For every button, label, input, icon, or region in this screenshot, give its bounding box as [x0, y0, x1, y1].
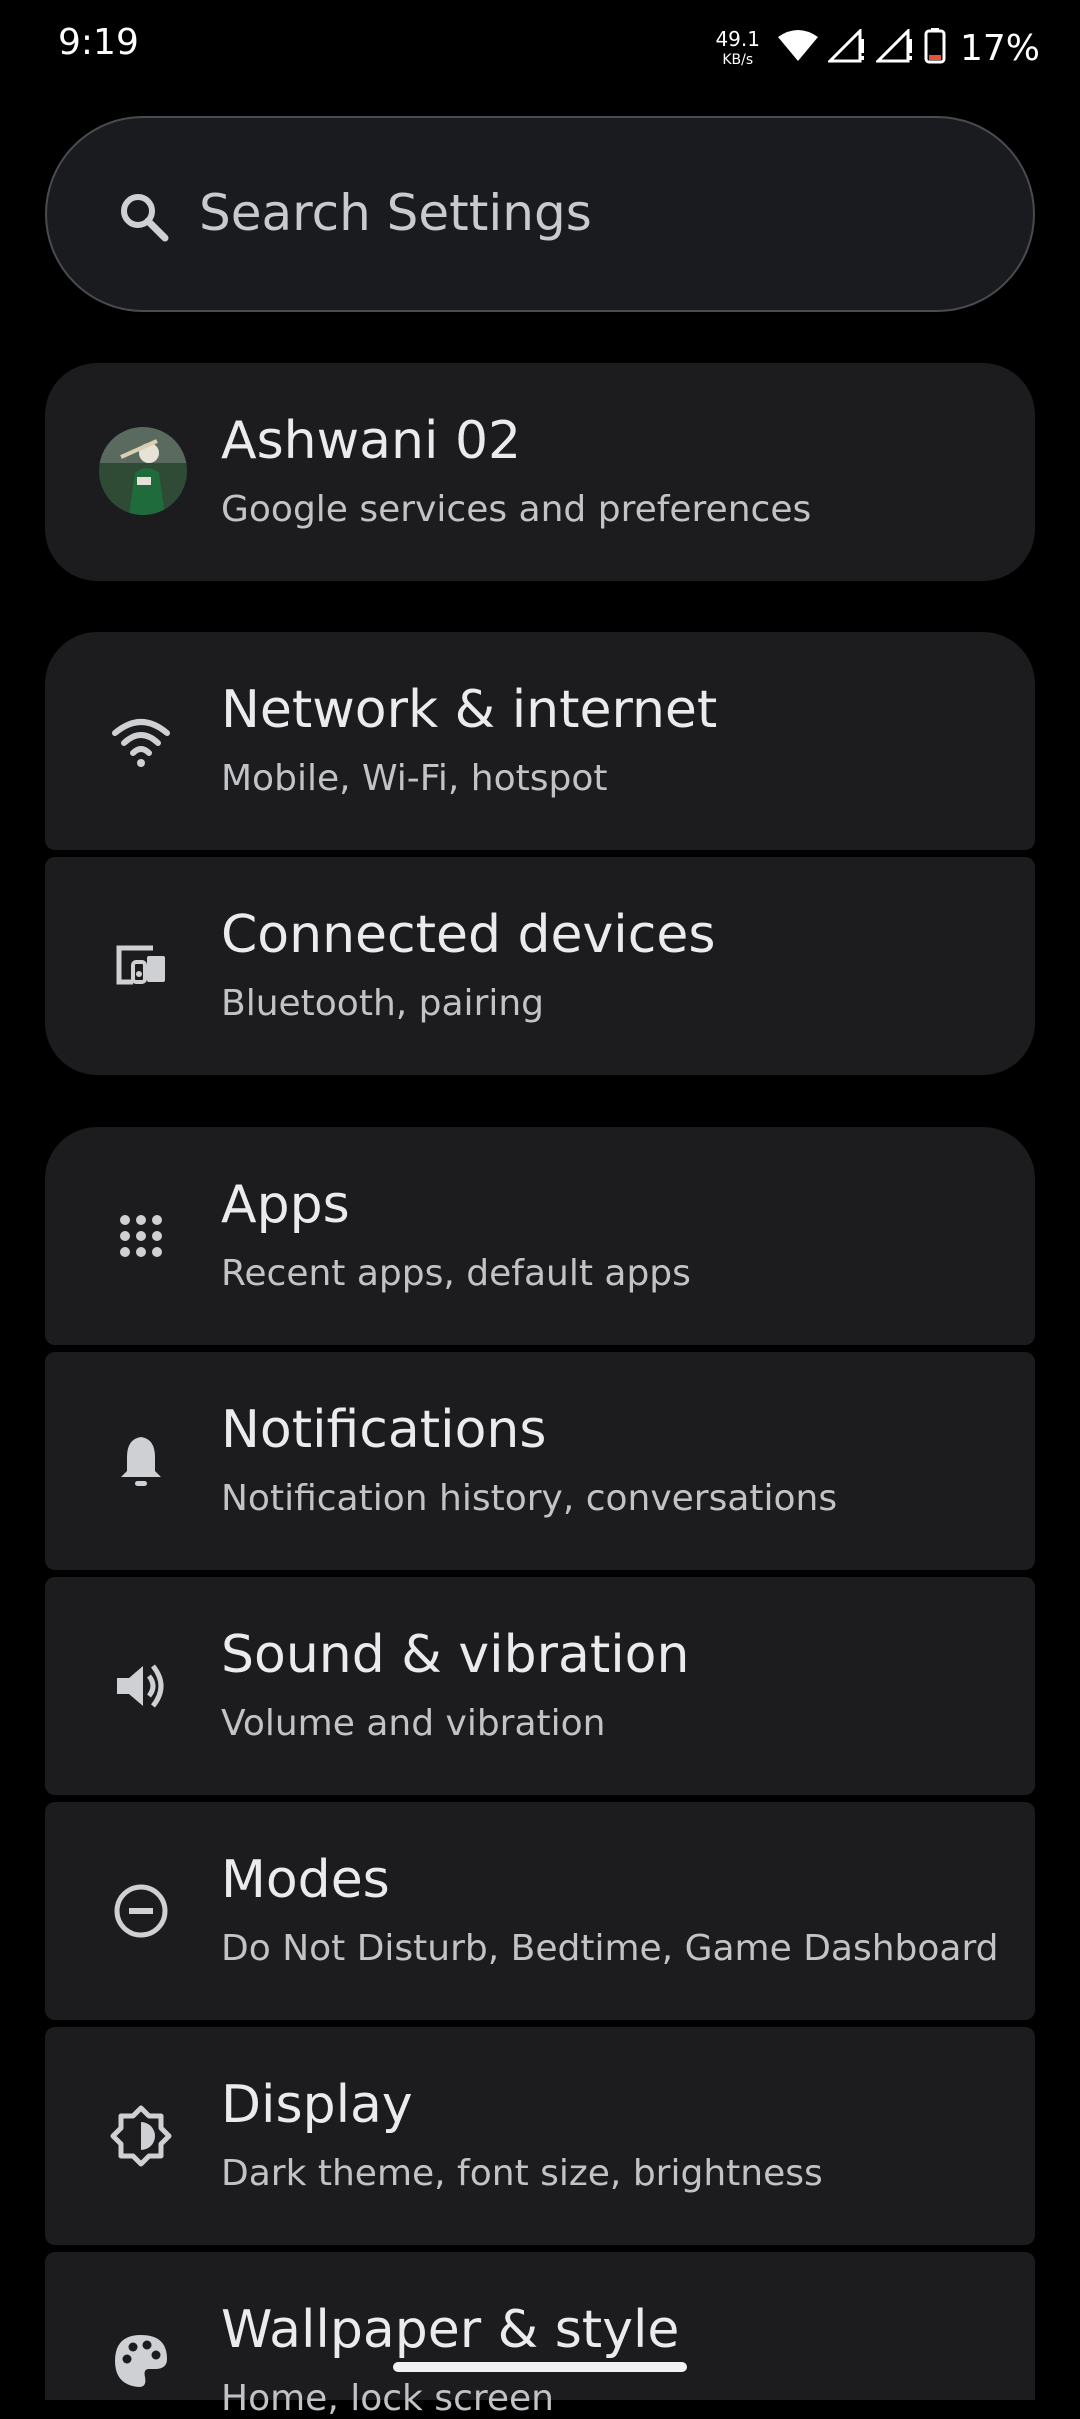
- account-name: Ashwani 02: [221, 411, 522, 471]
- settings-item-sound[interactable]: Sound & vibration Volume and vibration: [45, 1577, 1035, 1795]
- search-icon: [117, 190, 169, 242]
- settings-item-title: Network & internet: [221, 680, 718, 740]
- settings-item-title: Connected devices: [221, 905, 716, 965]
- account-subtitle: Google services and preferences: [221, 489, 812, 530]
- account-card[interactable]: Ashwani 02 Google services and preferenc…: [45, 363, 1035, 581]
- avatar: [99, 427, 187, 515]
- battery-percent: 17%: [959, 27, 1040, 69]
- settings-item-subtitle: Mobile, Wi-Fi, hotspot: [221, 758, 608, 799]
- settings-item-subtitle: Home, lock screen: [221, 2378, 554, 2419]
- bell-icon: [109, 1429, 173, 1493]
- settings-item-title: Sound & vibration: [221, 1625, 690, 1685]
- settings-item-title: Notifications: [221, 1400, 547, 1460]
- wifi-icon: [109, 709, 173, 773]
- settings-item-network[interactable]: Network & internet Mobile, Wi-Fi, hotspo…: [45, 632, 1035, 850]
- signal-icon: [874, 27, 914, 67]
- settings-item-subtitle: Dark theme, font size, brightness: [221, 2153, 823, 2194]
- speaker-icon: [109, 1654, 173, 1718]
- signal-icon: [826, 27, 866, 67]
- settings-item-title: Modes: [221, 1850, 390, 1910]
- home-indicator[interactable]: [393, 2362, 687, 2372]
- status-time: 9:19: [58, 22, 139, 63]
- settings-item-subtitle: Do Not Disturb, Bedtime, Game Dashboard: [221, 1928, 999, 1969]
- settings-item-apps[interactable]: Apps Recent apps, default apps: [45, 1127, 1035, 1345]
- settings-item-subtitle: Notification history, conversations: [221, 1478, 838, 1519]
- network-speed: 49.1 KB/s: [715, 29, 760, 67]
- settings-item-notifications[interactable]: Notifications Notification history, conv…: [45, 1352, 1035, 1570]
- settings-item-display[interactable]: Display Dark theme, font size, brightnes…: [45, 2027, 1035, 2245]
- palette-icon: [109, 2329, 173, 2393]
- battery-icon: [924, 28, 946, 68]
- brightness-icon: [109, 2104, 173, 2168]
- settings-item-wallpaper[interactable]: Wallpaper & style Home, lock screen: [45, 2252, 1035, 2419]
- search-settings-bar[interactable]: Search Settings: [45, 116, 1035, 312]
- settings-item-subtitle: Bluetooth, pairing: [221, 983, 545, 1024]
- network-speed-value: 49.1: [715, 27, 760, 51]
- settings-item-subtitle: Recent apps, default apps: [221, 1253, 691, 1294]
- settings-item-title: Display: [221, 2075, 413, 2135]
- settings-item-title: Apps: [221, 1175, 350, 1235]
- settings-item-connected-devices[interactable]: Connected devices Bluetooth, pairing: [45, 857, 1035, 1075]
- search-placeholder: Search Settings: [199, 184, 592, 242]
- status-icons: 49.1 KB/s 17%: [715, 18, 1040, 78]
- settings-item-title: Wallpaper & style: [221, 2300, 680, 2360]
- settings-item-modes[interactable]: Modes Do Not Disturb, Bedtime, Game Dash…: [45, 1802, 1035, 2020]
- network-speed-unit: KB/s: [722, 52, 754, 68]
- settings-item-subtitle: Volume and vibration: [221, 1703, 606, 1744]
- apps-grid-icon: [109, 1204, 173, 1268]
- minus-circle-icon: [109, 1879, 173, 1943]
- status-bar: 9:19 49.1 KB/s 17%: [0, 0, 1080, 96]
- wifi-icon: [777, 29, 818, 67]
- devices-icon: [109, 934, 173, 998]
